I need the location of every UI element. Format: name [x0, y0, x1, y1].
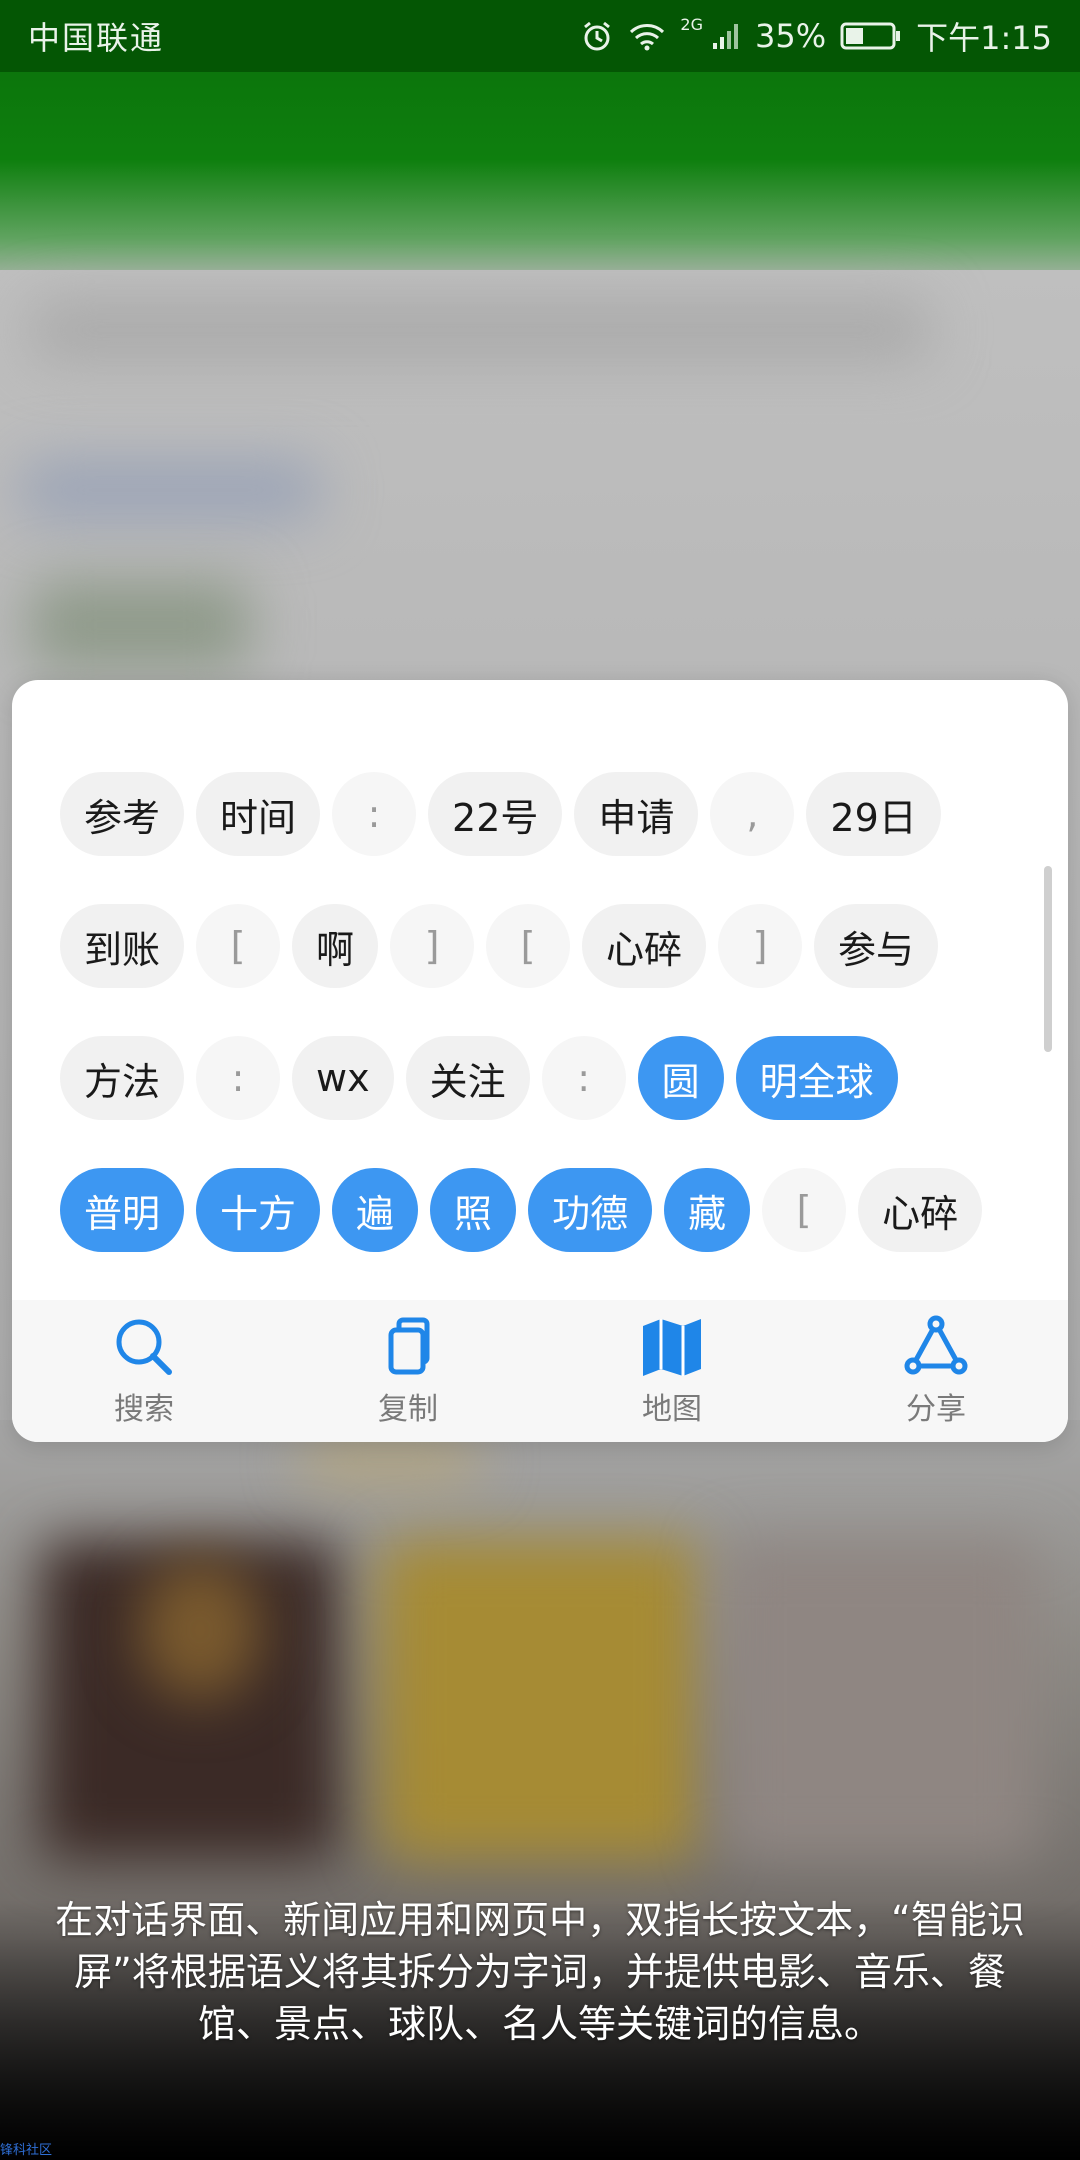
blur-link: [20, 460, 320, 520]
token-row: 普明 十方遍照功德藏[心碎: [60, 1168, 983, 1252]
map-label: 地图: [642, 1392, 702, 1427]
word-token[interactable]: 时间: [196, 772, 321, 856]
token-scrollbar[interactable]: [1044, 866, 1052, 1052]
map-icon: [639, 1314, 705, 1380]
action-bar: 搜索 复制 地图 分享: [12, 1300, 1068, 1442]
feature-caption: 在对话界面、新闻应用和网页中，双指长按文本，“智能识屏”将根据语义将其拆分为字词…: [55, 1898, 1025, 2046]
punctuation-token[interactable]: ,: [710, 772, 795, 856]
share-label: 分享: [906, 1392, 966, 1427]
share-button[interactable]: 分享: [804, 1300, 1068, 1442]
word-token-selected[interactable]: 圆: [637, 1036, 724, 1120]
alarm-icon: [580, 19, 614, 53]
word-token[interactable]: 方法: [60, 1036, 185, 1120]
word-token[interactable]: 申请: [574, 772, 699, 856]
map-button[interactable]: 地图: [540, 1300, 804, 1442]
word-token-selected[interactable]: 照: [430, 1168, 517, 1252]
punctuation-token[interactable]: :: [196, 1036, 281, 1120]
punctuation-token[interactable]: ]: [718, 904, 803, 988]
word-token[interactable]: wx: [292, 1036, 394, 1120]
word-token[interactable]: 参与: [814, 904, 939, 988]
signal-icon: [711, 21, 741, 51]
copy-label: 复制: [378, 1392, 438, 1427]
word-token-selected[interactable]: 十方: [196, 1168, 321, 1252]
carrier-label: 中国联通: [28, 19, 165, 57]
clock: 下午1:15: [916, 19, 1052, 57]
punctuation-token[interactable]: ]: [390, 904, 475, 988]
copy-icon: [375, 1314, 441, 1380]
blur-thumbnail-2: [380, 1540, 700, 1860]
punctuation-token[interactable]: :: [541, 1036, 626, 1120]
blur-thumbnail-1-highlight: [140, 1560, 260, 1700]
battery-percent: 35%: [755, 17, 827, 55]
copy-button[interactable]: 复制: [276, 1300, 540, 1442]
wifi-icon: [628, 21, 666, 51]
word-token[interactable]: 到账: [60, 904, 185, 988]
word-token-selected[interactable]: 普明: [60, 1168, 185, 1252]
punctuation-token[interactable]: [: [196, 904, 281, 988]
token-row: 到账[啊][心碎] 参与: [60, 904, 939, 988]
share-icon: [903, 1314, 969, 1380]
word-token[interactable]: 心碎: [858, 1168, 983, 1252]
word-token[interactable]: 22号: [428, 772, 563, 856]
word-token[interactable]: 心碎: [582, 904, 707, 988]
blur-label: [300, 1440, 480, 1480]
word-token[interactable]: 29日: [806, 772, 941, 856]
punctuation-token[interactable]: [: [486, 904, 571, 988]
punctuation-token[interactable]: [: [762, 1168, 847, 1252]
watermark: 锋科社区: [0, 2143, 53, 2158]
search-button[interactable]: 搜索: [12, 1300, 276, 1442]
status-bar: 中国联通 2G 35% 下午1:15: [0, 0, 1080, 72]
word-token-selected[interactable]: 明全球: [735, 1036, 898, 1120]
word-token[interactable]: 关注: [405, 1036, 530, 1120]
network-type: 2G: [680, 14, 703, 34]
word-token[interactable]: 参考: [60, 772, 185, 856]
word-token-selected[interactable]: 功德: [528, 1168, 653, 1252]
punctuation-token[interactable]: :: [332, 772, 417, 856]
blur-thumbnail-3: [720, 1540, 1040, 1860]
battery-icon: [840, 21, 902, 51]
blur-text-line: [30, 300, 930, 360]
word-token[interactable]: 啊: [292, 904, 379, 988]
token-row: 方法: wx 关注: 圆明全球: [60, 1036, 898, 1120]
word-token-area: 参考 时间:22号 申请, 29日 到账[啊][心碎] 参与 方法: wx 关注: 圆明全球 …: [12, 680, 1068, 1300]
search-icon: [111, 1314, 177, 1380]
smart-screen-card: 参考 时间:22号 申请, 29日 到账[啊][心碎] 参与 方法: wx 关注: 圆明全球 …: [12, 680, 1068, 1442]
word-token-selected[interactable]: 遍: [332, 1168, 419, 1252]
blur-image: [30, 580, 250, 670]
word-token-selected[interactable]: 藏: [664, 1168, 751, 1252]
token-row: 参考 时间:22号 申请, 29日: [60, 772, 941, 856]
search-label: 搜索: [114, 1392, 174, 1427]
